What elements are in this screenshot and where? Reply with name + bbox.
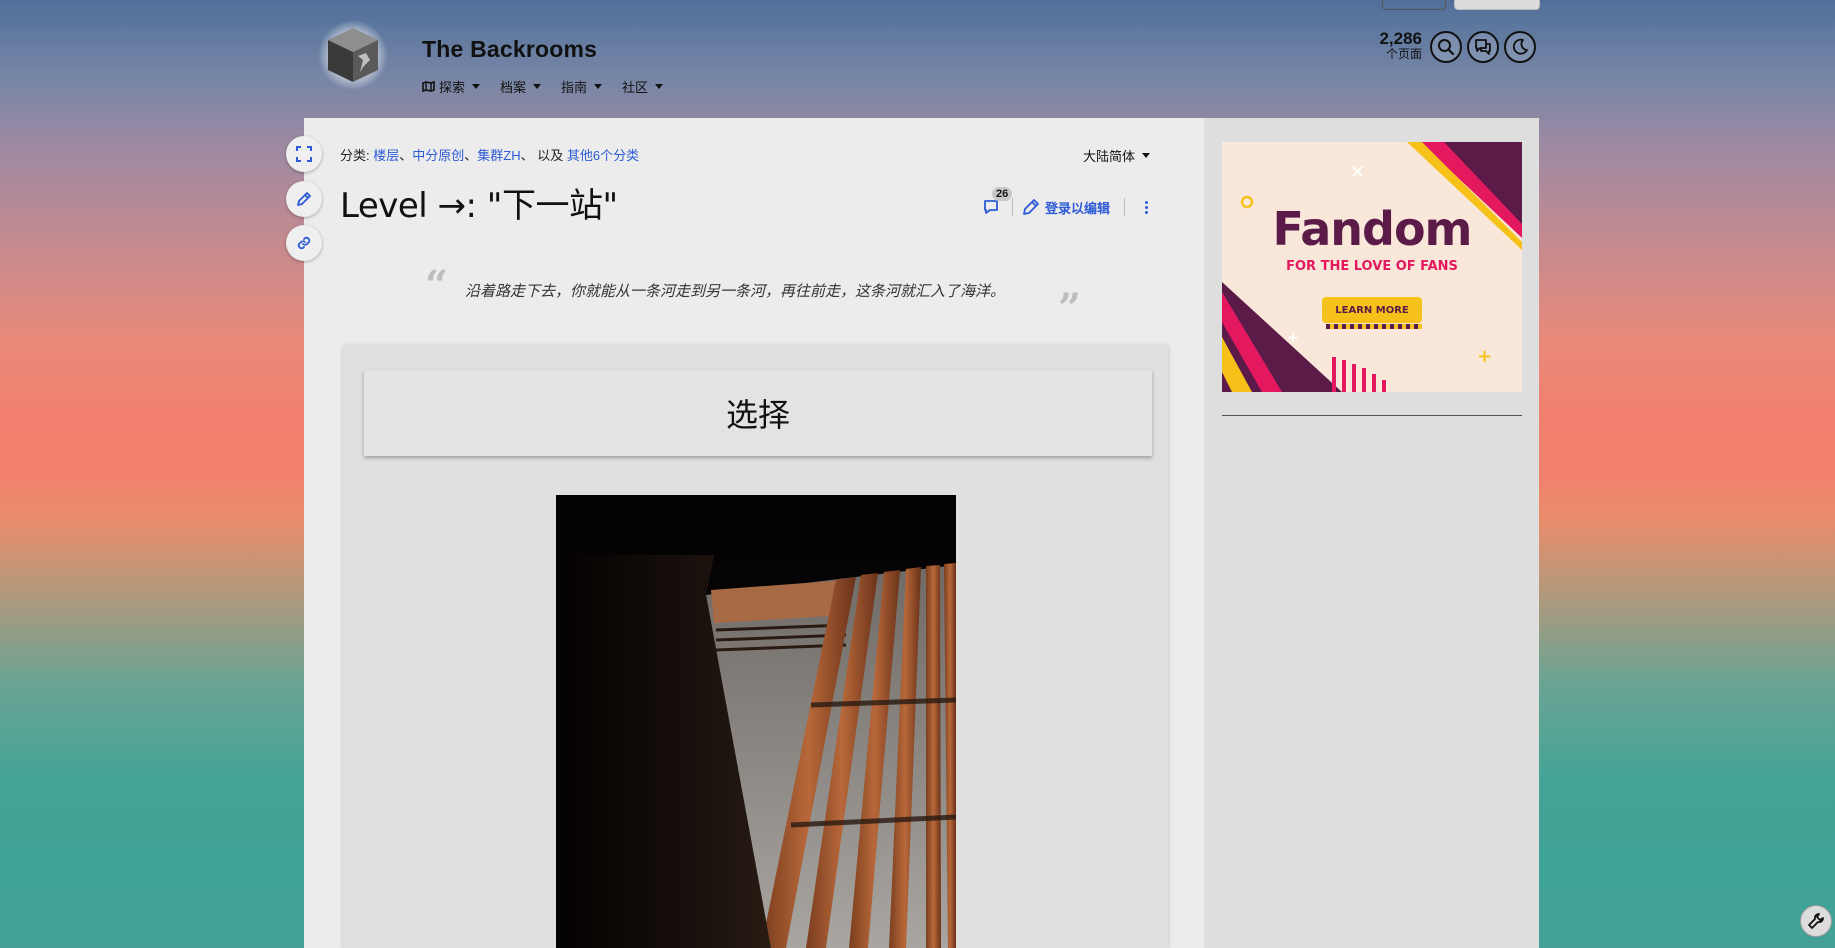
ad-brand: Fandom [1272, 202, 1473, 256]
nav-explore-label: 探索 [439, 80, 466, 95]
close-quote-mark: ” [1058, 285, 1082, 332]
category-link[interactable]: 中分原创 [412, 148, 464, 163]
divider [1124, 198, 1126, 216]
expand-icon [296, 146, 312, 162]
dark-mode-button[interactable] [1504, 31, 1536, 63]
language-selector[interactable]: 大陆简体 [1083, 146, 1151, 165]
top-button-stub[interactable] [1382, 0, 1446, 10]
caret-down-icon [655, 84, 664, 89]
choice-header: 选择 [364, 370, 1152, 456]
svg-text:+: + [1287, 330, 1299, 346]
nav-guide[interactable]: 指南 [561, 77, 603, 96]
article-image [556, 495, 956, 948]
pencil-icon [1023, 199, 1039, 215]
login-to-edit-link[interactable]: 登录以编辑 [1022, 198, 1110, 217]
search-button[interactable] [1430, 31, 1462, 63]
page-title: Level →: "下一站" [340, 186, 618, 226]
epigraph-quote: 沿着路走下去，你就能从一条河走到另一条河，再往前走，这条河就汇入了海洋。 [465, 282, 1006, 300]
moon-icon [1512, 38, 1528, 55]
nav-explore[interactable]: 探索 [422, 77, 481, 96]
dot [1144, 205, 1148, 209]
ad-cta-stripe [1326, 324, 1422, 329]
dot [1144, 200, 1148, 204]
top-button-stub-2[interactable] [1454, 0, 1540, 10]
caret-down-icon [533, 84, 542, 89]
page-count: 2,286 个页面 [1360, 30, 1422, 60]
comments-button[interactable]: 26 [982, 187, 1013, 218]
page-count-label: 个页面 [1385, 47, 1422, 61]
rail-divider [1222, 415, 1522, 416]
svg-text:✕: ✕ [1350, 162, 1365, 183]
discussions-icon [1475, 39, 1491, 55]
comment-count-badge: 26 [992, 187, 1013, 201]
nav-community-label: 社区 [622, 80, 649, 95]
map-icon [422, 81, 435, 92]
nav-guide-label: 指南 [561, 80, 588, 95]
nav-archive[interactable]: 档案 [500, 77, 542, 96]
divider [1012, 198, 1013, 216]
link-icon [297, 236, 311, 250]
category-link[interactable]: 集群ZH [477, 148, 520, 163]
categories-prefix: 分类: [340, 148, 374, 163]
discussions-button[interactable] [1467, 31, 1499, 63]
page-count-number: 2,286 [1379, 29, 1422, 48]
nav-community[interactable]: 社区 [622, 77, 664, 96]
open-quote-mark: “ [425, 262, 449, 309]
language-label: 大陆简体 [1083, 149, 1136, 164]
fandom-ad[interactable]: ✕ + + Fandom FOR THE LOVE OF FANS LEARN … [1222, 142, 1522, 392]
ad-tagline: FOR THE LOVE OF FANS [1286, 259, 1458, 274]
login-to-edit-label: 登录以编辑 [1045, 200, 1111, 216]
caret-down-icon [472, 84, 481, 89]
link-float-button[interactable] [286, 225, 322, 261]
site-title[interactable]: The Backrooms [422, 36, 597, 63]
fullscreen-button[interactable] [286, 136, 322, 172]
caret-down-icon [594, 84, 603, 89]
category-link[interactable]: 楼层 [373, 148, 399, 163]
ad-cta-label: LEARN MORE [1335, 304, 1409, 316]
edit-float-button[interactable] [286, 181, 322, 217]
more-categories-link[interactable]: 其他6个分类 [567, 148, 639, 163]
tools-button[interactable] [1800, 905, 1832, 937]
main-nav: 探索 档案 指南 社区 [422, 77, 664, 96]
wrench-icon [1808, 913, 1824, 929]
caret-down-icon [1142, 153, 1151, 158]
page-actions: 26 登录以编辑 [982, 187, 1153, 218]
svg-text:+: + [1477, 346, 1492, 367]
nav-archive-label: 档案 [500, 80, 527, 95]
categories-and: 以及 [537, 148, 564, 163]
dot [1144, 210, 1148, 214]
site-logo[interactable] [318, 20, 388, 90]
search-icon [1438, 39, 1455, 56]
more-options-button[interactable] [1139, 200, 1153, 214]
ad-learn-more-button[interactable]: LEARN MORE [1322, 297, 1422, 323]
categories-bar: 分类: 楼层、中分原创、集群ZH、 以及 其他6个分类 [340, 148, 640, 163]
pencil-icon [297, 192, 311, 206]
